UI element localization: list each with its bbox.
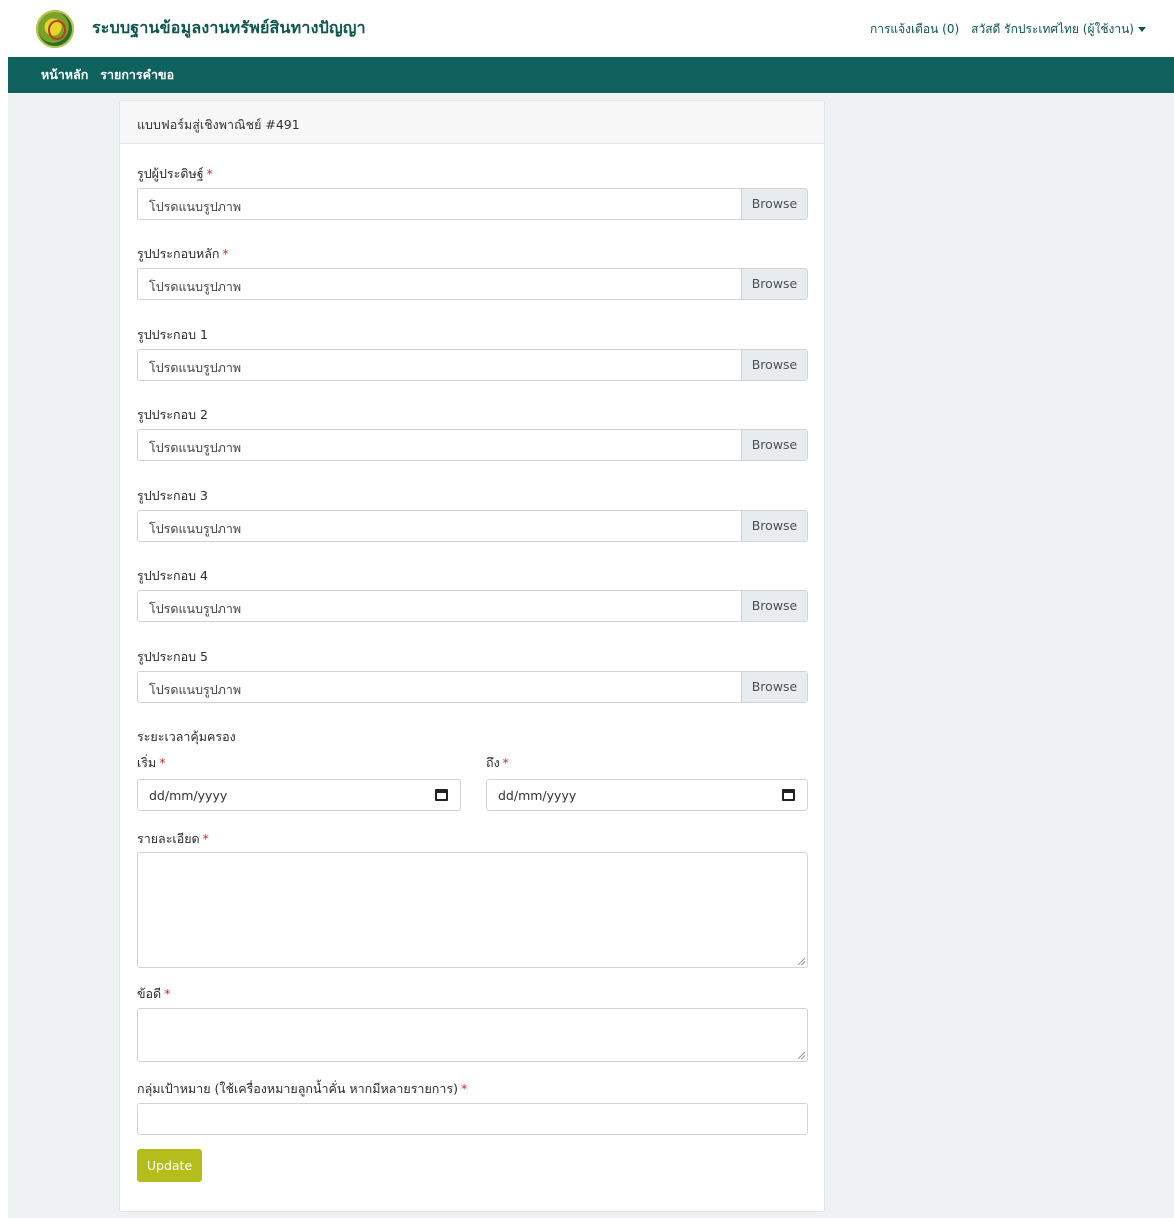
- nav-home[interactable]: หน้าหลัก: [41, 65, 88, 85]
- required-mark: *: [222, 246, 229, 261]
- form-card: แบบฟอร์มสู่เชิงพาณิชย์ #491 รูปผู้ประดิษ…: [119, 100, 825, 1212]
- main-nav: หน้าหลัก รายการคำขอ: [8, 57, 1174, 93]
- calendar-icon[interactable]: [435, 789, 448, 801]
- file-input-inventor[interactable]: โปรดแนบรูปภาพ Browse: [137, 188, 808, 220]
- required-mark: *: [164, 986, 171, 1001]
- browse-button[interactable]: Browse: [741, 672, 807, 702]
- file-placeholder: โปรดแนบรูปภาพ: [149, 440, 242, 455]
- advantages-label: ข้อดี *: [137, 986, 171, 1001]
- file-label-image-1: รูปประกอบ 1: [137, 327, 208, 342]
- file-label-image-5: รูปประกอบ 5: [137, 649, 208, 664]
- required-mark: *: [202, 831, 209, 846]
- file-label-inventor: รูปผู้ประดิษฐ์ *: [137, 166, 213, 181]
- browse-button[interactable]: Browse: [741, 269, 807, 299]
- file-input-main-image[interactable]: โปรดแนบรูปภาพ Browse: [137, 268, 808, 300]
- user-area: การแจ้งเตือน (0) สวัสดี รักประเทศไทย (ผู…: [870, 20, 1146, 39]
- file-input-image-4[interactable]: โปรดแนบรูปภาพ Browse: [137, 590, 808, 622]
- required-mark: *: [159, 755, 166, 770]
- target-group-input[interactable]: [137, 1103, 808, 1135]
- start-date-input[interactable]: dd/mm/yyyy: [137, 779, 461, 811]
- file-placeholder: โปรดแนบรูปภาพ: [149, 360, 242, 375]
- file-placeholder: โปรดแนบรูปภาพ: [149, 601, 242, 616]
- file-placeholder: โปรดแนบรูปภาพ: [149, 521, 242, 536]
- file-placeholder: โปรดแนบรูปภาพ: [149, 682, 242, 697]
- update-button[interactable]: Update: [137, 1149, 202, 1182]
- browse-button[interactable]: Browse: [741, 591, 807, 621]
- start-date-label: เริ่ม *: [137, 755, 166, 770]
- calendar-icon[interactable]: [782, 789, 795, 801]
- details-textarea[interactable]: [137, 852, 808, 968]
- file-input-image-1[interactable]: โปรดแนบรูปภาพ Browse: [137, 349, 808, 381]
- top-header: ระบบฐานข้อมูลงานทรัพย์สินทางปัญญา การแจ้…: [0, 0, 1174, 57]
- user-menu[interactable]: สวัสดี รักประเทศไทย (ผู้ใช้งาน): [971, 20, 1146, 39]
- start-date-value: dd/mm/yyyy: [149, 788, 228, 803]
- notifications-link[interactable]: การแจ้งเตือน (0): [870, 20, 959, 39]
- browse-button[interactable]: Browse: [741, 511, 807, 541]
- end-date-label: ถึง *: [486, 755, 509, 770]
- nav-requests[interactable]: รายการคำขอ: [100, 65, 174, 85]
- form-title: แบบฟอร์มสู่เชิงพาณิชย์ #491: [120, 101, 824, 144]
- protection-period-label: ระยะเวลาคุ้มครอง: [137, 729, 236, 744]
- advantages-textarea[interactable]: [137, 1008, 808, 1062]
- file-placeholder: โปรดแนบรูปภาพ: [149, 279, 242, 294]
- file-placeholder: โปรดแนบรูปภาพ: [149, 199, 242, 214]
- file-input-image-2[interactable]: โปรดแนบรูปภาพ Browse: [137, 429, 808, 461]
- file-label-image-3: รูปประกอบ 3: [137, 488, 208, 503]
- file-label-image-4: รูปประกอบ 4: [137, 568, 208, 583]
- file-label-main-image: รูปประกอบหลัก *: [137, 246, 229, 261]
- browse-button[interactable]: Browse: [741, 430, 807, 460]
- resize-grip-icon[interactable]: [798, 1052, 805, 1059]
- logo-icon[interactable]: [36, 10, 74, 48]
- browse-button[interactable]: Browse: [741, 189, 807, 219]
- end-date-value: dd/mm/yyyy: [498, 788, 577, 803]
- end-date-input[interactable]: dd/mm/yyyy: [486, 779, 808, 811]
- chevron-down-icon: [1138, 27, 1146, 32]
- required-mark: *: [460, 1081, 468, 1096]
- brand-title[interactable]: ระบบฐานข้อมูลงานทรัพย์สินทางปัญญา: [92, 16, 366, 41]
- required-mark: *: [206, 166, 213, 181]
- target-group-label: กลุ่มเป้าหมาย (ใช้เครื่องหมายลูกน้ำคั่น …: [137, 1081, 468, 1096]
- file-input-image-5[interactable]: โปรดแนบรูปภาพ Browse: [137, 671, 808, 703]
- resize-grip-icon[interactable]: [798, 958, 805, 965]
- browse-button[interactable]: Browse: [741, 350, 807, 380]
- required-mark: *: [502, 755, 509, 770]
- user-greeting: สวัสดี รักประเทศไทย (ผู้ใช้งาน): [971, 22, 1134, 36]
- file-input-image-3[interactable]: โปรดแนบรูปภาพ Browse: [137, 510, 808, 542]
- details-label: รายละเอียด *: [137, 831, 209, 846]
- file-label-image-2: รูปประกอบ 2: [137, 407, 208, 422]
